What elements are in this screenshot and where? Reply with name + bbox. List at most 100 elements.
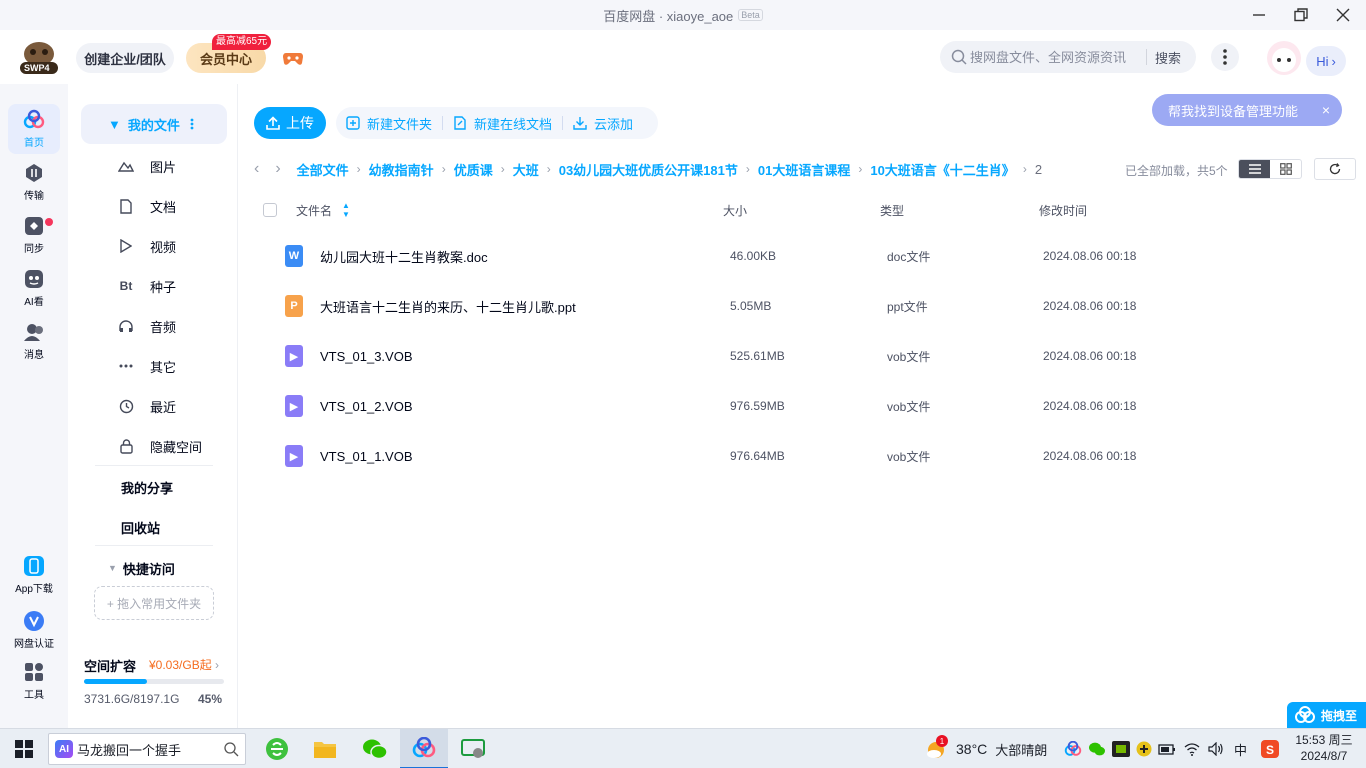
volume-icon[interactable] <box>1208 742 1224 756</box>
sidebar-item-torrents[interactable]: Bt 种子 <box>118 266 228 306</box>
sidebar: ▼ 我的文件 图片 文档 视频 Bt 种子 音频 其它 最近 隐藏空间 我的分享… <box>68 84 238 728</box>
cloud-add-label: 云添加 <box>594 116 634 132</box>
breadcrumb-item[interactable]: 03幼儿园大班优质公开课181节 <box>559 160 738 179</box>
upload-button[interactable]: 上传 <box>254 107 326 139</box>
upload-icon <box>266 116 280 130</box>
baidu-netdisk-tray-icon[interactable] <box>1064 741 1082 757</box>
table-row[interactable]: W 幼儿园大班十二生肖教案.doc 46.00KB doc文件 2024.08.… <box>254 231 1354 281</box>
sogou-input-icon[interactable]: S <box>1261 740 1280 758</box>
breadcrumb-item[interactable]: 01大班语言课程 <box>758 160 850 179</box>
table-row[interactable]: ▶ VTS_01_2.VOB 976.59MB vob文件 2024.08.06… <box>254 381 1354 431</box>
space-expand-price[interactable]: ¥0.03/GB起 › <box>149 656 219 673</box>
hi-button[interactable]: Hi › <box>1306 46 1346 76</box>
new-online-doc-button[interactable]: 新建在线文档 <box>443 107 562 139</box>
sidebar-item-recent[interactable]: 最近 <box>118 386 228 426</box>
taskbar-clock[interactable]: 15:53 周三 2024/8/7 <box>1290 732 1358 764</box>
video-file-icon: ▶ <box>285 445 303 467</box>
cloud-add-button[interactable]: 云添加 <box>563 107 643 139</box>
taskbar-app-browser[interactable] <box>253 729 301 768</box>
nav-message[interactable]: 消息 <box>8 316 60 366</box>
table-row[interactable]: ▶ VTS_01_3.VOB 525.61MB vob文件 2024.08.06… <box>254 331 1354 381</box>
nvidia-tray-icon[interactable] <box>1112 741 1130 757</box>
nav-home[interactable]: 首页 <box>8 104 60 154</box>
nav-verify[interactable]: 网盘认证 <box>8 605 60 655</box>
nav-ai-view[interactable]: AI看 <box>8 263 60 313</box>
wechat-tray-icon[interactable] <box>1088 741 1106 757</box>
space-expand-title[interactable]: 空间扩容 <box>84 656 136 675</box>
my-files-item[interactable]: ▼ 我的文件 <box>81 104 227 144</box>
list-view-button[interactable] <box>1239 160 1270 178</box>
caret-down-icon: ▼ <box>108 563 117 573</box>
search-button[interactable]: 搜索 <box>1155 48 1181 67</box>
select-all-checkbox[interactable] <box>263 196 277 224</box>
minimize-button[interactable] <box>1238 0 1280 30</box>
grid-view-button[interactable] <box>1270 160 1301 178</box>
breadcrumb-item[interactable]: 优质课 <box>454 160 493 179</box>
quick-access-dropzone[interactable]: + 拖入常用文件夹 <box>94 586 214 620</box>
wifi-icon[interactable] <box>1184 742 1200 756</box>
sidebar-item-documents[interactable]: 文档 <box>118 186 228 226</box>
sidebar-item-videos[interactable]: 视频 <box>118 226 228 266</box>
more-vertical-icon[interactable] <box>190 118 194 130</box>
word-doc-icon: W <box>285 245 303 267</box>
drag-upload-tab[interactable]: 拖拽至 <box>1287 702 1366 728</box>
taskbar-app-wechat[interactable] <box>351 729 399 768</box>
forward-arrow-icon[interactable]: › <box>275 160 280 178</box>
close-icon[interactable]: × <box>1322 102 1330 118</box>
table-row[interactable]: P 大班语言十二生肖的来历、十二生肖儿歌.ppt 5.05MB ppt文件 20… <box>254 281 1354 331</box>
nav-sync[interactable]: 同步 <box>8 210 60 260</box>
nav-transfer[interactable]: 传输 <box>8 157 60 207</box>
file-name[interactable]: 幼儿园大班十二生肖教案.doc <box>320 231 488 281</box>
plus-tray-icon[interactable] <box>1136 741 1152 757</box>
taskbar-app-baidu-netdisk[interactable] <box>400 729 448 768</box>
sidebar-item-images[interactable]: 图片 <box>118 146 228 186</box>
nav-tools[interactable]: 工具 <box>8 656 60 706</box>
file-name[interactable]: VTS_01_1.VOB <box>320 431 413 481</box>
weather-widget[interactable]: 1 38°C 大部晴朗 <box>924 729 1047 768</box>
taskbar-app-screen[interactable] <box>449 729 497 768</box>
table-header: 文件名 ▲ ▼ 大小 类型 修改时间 <box>254 196 1354 224</box>
back-arrow-icon[interactable]: ‹ <box>254 160 259 178</box>
ppt-file-icon: P <box>285 295 303 317</box>
taskbar-search[interactable]: AI 马龙搬回一个握手 <box>48 733 246 765</box>
ai-view-icon <box>25 270 43 288</box>
sidebar-item-recycle-bin[interactable]: 回收站 <box>121 507 160 547</box>
document-icon <box>118 198 134 214</box>
search-icon <box>224 742 239 757</box>
restore-button[interactable] <box>1280 0 1322 30</box>
column-name-header[interactable]: 文件名 ▲ ▼ <box>296 196 350 224</box>
nav-app-download[interactable]: App下载 <box>8 550 60 600</box>
column-type-header[interactable]: 类型 <box>880 196 904 224</box>
refresh-button[interactable] <box>1314 158 1356 180</box>
quick-access-header[interactable]: ▼ 快捷访问 <box>108 548 175 588</box>
create-team-button[interactable]: 创建企业/团队 <box>76 43 174 73</box>
sidebar-item-hidden-space[interactable]: 隐藏空间 <box>118 426 228 466</box>
start-button[interactable] <box>0 729 48 768</box>
file-name[interactable]: VTS_01_3.VOB <box>320 331 413 381</box>
sidebar-item-other[interactable]: 其它 <box>118 346 228 386</box>
search-input[interactable] <box>970 49 1146 65</box>
ime-indicator[interactable]: 中 <box>1234 740 1247 759</box>
refresh-icon <box>1329 163 1341 175</box>
battery-tray-icon[interactable] <box>1158 742 1176 756</box>
breadcrumb-item[interactable]: 全部文件 <box>297 160 349 179</box>
new-folder-button[interactable]: 新建文件夹 <box>336 107 442 139</box>
file-name[interactable]: VTS_01_2.VOB <box>320 381 413 431</box>
sidebar-item-audio[interactable]: 音频 <box>118 306 228 346</box>
more-menu-button[interactable] <box>1211 43 1239 71</box>
close-button[interactable] <box>1322 0 1364 30</box>
breadcrumb-item[interactable]: 幼教指南针 <box>369 160 434 179</box>
table-row[interactable]: ▶ VTS_01_1.VOB 976.64MB vob文件 2024.08.06… <box>254 431 1354 481</box>
logo-text: SWP4 <box>24 63 50 73</box>
column-size-header[interactable]: 大小 <box>723 196 747 224</box>
game-icon[interactable] <box>282 48 304 68</box>
taskbar-app-explorer[interactable] <box>301 729 349 768</box>
search-separator <box>1146 49 1147 65</box>
user-logo-avatar[interactable]: SWP4 <box>16 38 62 76</box>
column-modified-header[interactable]: 修改时间 <box>1039 196 1087 224</box>
file-name[interactable]: 大班语言十二生肖的来历、十二生肖儿歌.ppt <box>320 281 576 331</box>
breadcrumb-item[interactable]: 10大班语言《十二生肖》 <box>870 160 1014 179</box>
breadcrumb-item[interactable]: 大班 <box>513 160 539 179</box>
sidebar-item-my-share[interactable]: 我的分享 <box>121 467 173 507</box>
assistant-tip-bubble[interactable]: 帮我找到设备管理功能 × <box>1152 94 1342 126</box>
